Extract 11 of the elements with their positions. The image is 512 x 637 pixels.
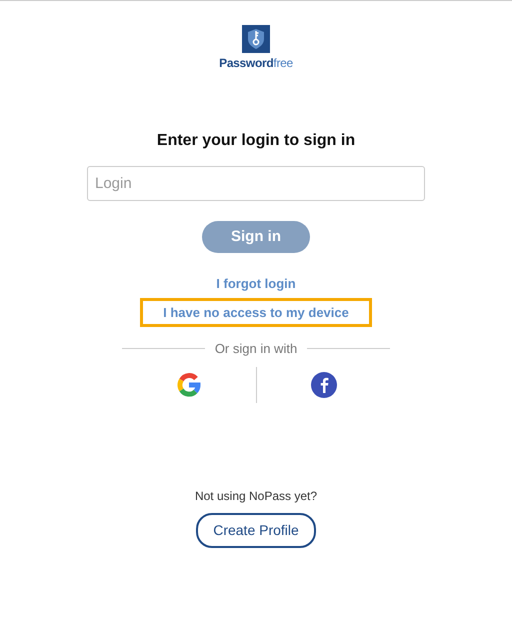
google-icon[interactable] (176, 372, 202, 398)
facebook-icon[interactable] (310, 372, 336, 398)
create-profile-button[interactable]: Create Profile (196, 512, 316, 548)
divider-label: Or sign in with (214, 340, 298, 358)
login-field[interactable]: Login (87, 166, 425, 202)
signup-prompt: Not using NoPass yet? (194, 488, 318, 505)
shield-key-icon (242, 25, 270, 53)
heading: Enter your login to sign in (156, 131, 356, 150)
text-link[interactable]: I forgot login (216, 274, 296, 294)
text-link[interactable]: I have no access to my device (140, 298, 372, 328)
logo-text: Passwordfree (219, 57, 293, 69)
